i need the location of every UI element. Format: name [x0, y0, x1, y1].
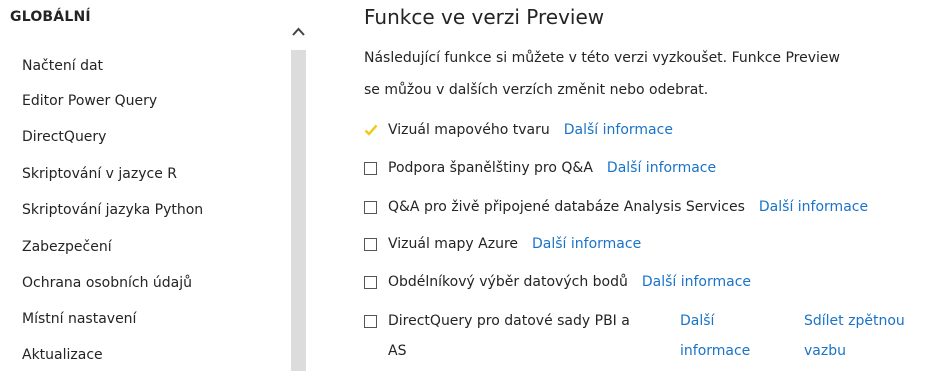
page-title: Funkce ve verzi Preview: [364, 5, 605, 29]
checkbox-azure-map[interactable]: [364, 238, 377, 251]
checkbox-rectangle-select[interactable]: [364, 276, 377, 289]
learn-more-link[interactable]: Další informace: [759, 199, 868, 215]
settings-sidebar: GLOBÁLNÍ Načtení dat Editor Power Query …: [0, 0, 295, 371]
option-label: Podpora španělštiny pro Q&A: [388, 160, 593, 176]
option-spanish-qna: Podpora španělštiny pro Q&A Další inform…: [364, 160, 716, 176]
option-azure-map: Vizuál mapy Azure Další informace: [364, 236, 641, 252]
learn-more-link[interactable]: Další informace: [532, 236, 641, 252]
description-line-1: Následující funkce si můžete v této verz…: [364, 50, 840, 66]
option-label: Vizuál mapového tvaru: [388, 122, 550, 138]
learn-more-link[interactable]: Další informace: [564, 122, 673, 138]
learn-more-link[interactable]: Další informace: [607, 160, 716, 176]
checkbox-shape-map[interactable]: [364, 124, 378, 137]
learn-more-link-line-2[interactable]: informace: [680, 336, 760, 366]
option-qna-live-as: Q&A pro živě připojené databáze Analysis…: [364, 199, 868, 215]
sidebar-item-regional-settings[interactable]: Místní nastavení: [22, 311, 136, 327]
scroll-up-chevron-icon[interactable]: [290, 24, 307, 40]
sidebar-item-updates[interactable]: Aktualizace: [22, 347, 103, 363]
sidebar-item-r-scripting[interactable]: Skriptování v jazyce R: [22, 166, 177, 182]
sidebar-item-privacy[interactable]: Ochrana osobních údajů: [22, 275, 192, 291]
option-shape-map: Vizuál mapového tvaru Další informace: [364, 122, 673, 138]
sidebar-item-python-scripting[interactable]: Skriptování jazyka Python: [22, 202, 203, 218]
sidebar-item-data-load[interactable]: Načtení dat: [22, 58, 103, 74]
learn-more-link[interactable]: Další informace: [642, 274, 751, 290]
option-label: Q&A pro živě připojené databáze Analysis…: [388, 199, 745, 215]
option-directquery-pbi-as: DirectQuery pro datové sady PBI a AS Dal…: [364, 306, 938, 366]
option-label: Obdélníkový výběr datových bodů: [388, 274, 628, 290]
sidebar-item-directquery[interactable]: DirectQuery: [22, 129, 106, 145]
share-feedback-link[interactable]: Sdílet zpětnou vazbu: [804, 306, 924, 366]
option-label: DirectQuery pro datové sady PBI a AS: [388, 306, 688, 366]
option-label: Vizuál mapy Azure: [388, 236, 518, 252]
learn-more-link-line-1[interactable]: Další: [680, 306, 760, 336]
option-rectangle-select: Obdélníkový výběr datových bodů Další in…: [364, 274, 751, 290]
sidebar-item-power-query-editor[interactable]: Editor Power Query: [22, 93, 157, 109]
description-line-2: se můžou v dalších verzích změnit nebo o…: [364, 82, 709, 98]
preview-features-panel: Funkce ve verzi Preview Následující funk…: [308, 0, 938, 371]
scrollbar-thumb[interactable]: [291, 50, 306, 371]
option-label-line-1: DirectQuery pro datové sady PBI a: [388, 313, 630, 329]
share-feedback-link-line-1[interactable]: Sdílet zpětnou: [804, 306, 924, 336]
learn-more-link[interactable]: Další informace: [680, 306, 760, 366]
check-icon: [364, 124, 378, 136]
option-label-line-2: AS: [388, 343, 407, 359]
checkbox-spanish-qna[interactable]: [364, 162, 377, 175]
description: Následující funkce si můžete v této verz…: [364, 42, 924, 106]
section-title-global: GLOBÁLNÍ: [10, 9, 91, 25]
checkbox-qna-live-as[interactable]: [364, 201, 377, 214]
checkbox-directquery-pbi-as[interactable]: [364, 315, 377, 328]
sidebar-item-security[interactable]: Zabezpečení: [22, 239, 112, 255]
share-feedback-link-line-2[interactable]: vazbu: [804, 336, 924, 366]
